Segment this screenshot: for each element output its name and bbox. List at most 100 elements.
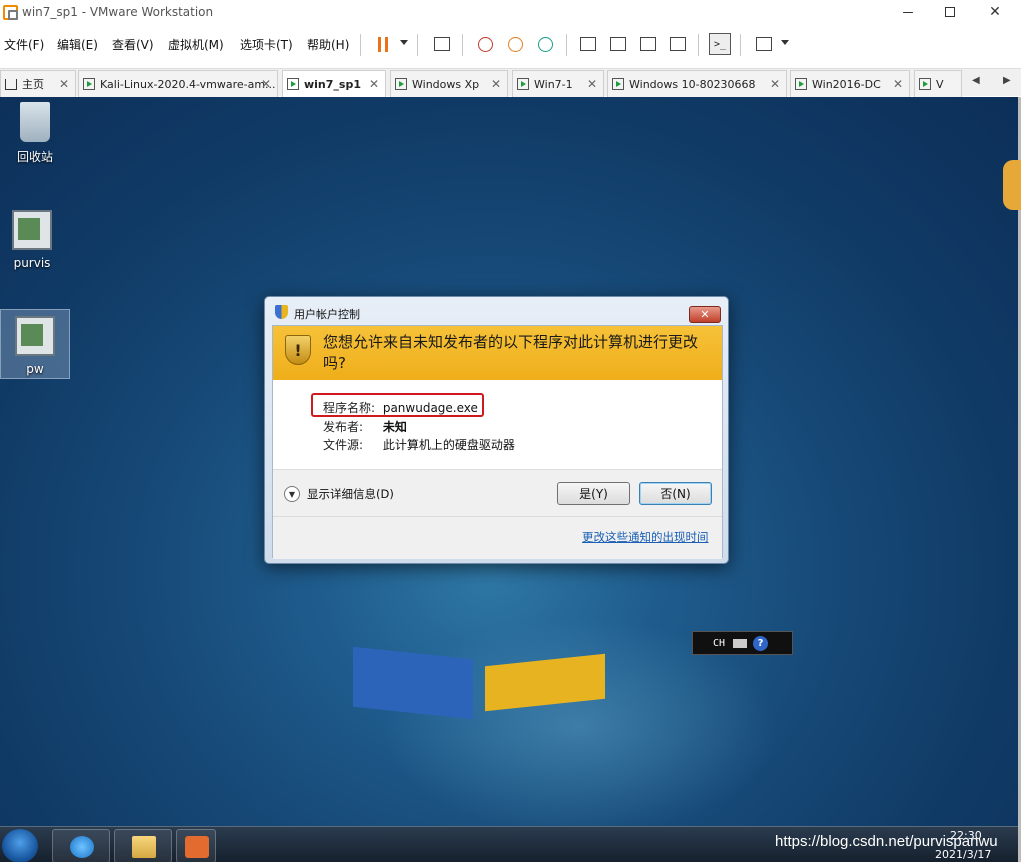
show-details-label[interactable]: 显示详细信息(D) — [307, 486, 394, 502]
toolbar-separator — [462, 34, 463, 56]
desktop-icon-recycle-bin[interactable]: 回收站 — [0, 102, 70, 165]
uac-footer: ▼ 显示详细信息(D) 是(Y) 否(N) 更改这些通知的出现时间 — [273, 469, 722, 559]
tab-label: V — [936, 77, 944, 91]
taskbar-explorer[interactable] — [114, 829, 172, 862]
menu-vm[interactable]: 虚拟机(M) — [168, 36, 224, 53]
recycle-bin-icon — [20, 102, 50, 142]
uac-warning-banner: ! 您想允许来自未知发布者的以下程序对此计算机进行更改吗? — [273, 326, 722, 380]
uac-title-bar: 用户帐户控制 ✕ — [265, 297, 728, 325]
title-bar: win7_sp1 - VMware Workstation ✕ — [0, 0, 1021, 26]
no-button[interactable]: 否(N) — [639, 482, 712, 505]
console-view-icon[interactable]: >_ — [708, 32, 732, 56]
tab-bar: 主页 ✕ Kali-Linux-2020.4-vmware-am... ✕ wi… — [0, 68, 1021, 97]
desktop-icon-pw[interactable]: pw — [0, 309, 70, 379]
close-button[interactable]: ✕ — [973, 0, 1017, 24]
yes-button[interactable]: 是(Y) — [557, 482, 630, 505]
menu-edit[interactable]: 编辑(E) — [57, 36, 98, 53]
help-icon[interactable]: ? — [753, 635, 769, 651]
minimize-button[interactable] — [886, 0, 930, 24]
desktop-icon-label: pw — [26, 362, 44, 376]
send-ctrl-alt-del-icon[interactable] — [430, 32, 454, 56]
close-icon[interactable]: ✕ — [369, 77, 379, 91]
unity-icon[interactable] — [666, 32, 690, 56]
file-source-label: 文件源: — [323, 438, 364, 452]
media-player-icon — [185, 836, 209, 858]
tab-win7-sp1[interactable]: win7_sp1 ✕ — [282, 70, 386, 97]
tab-kali[interactable]: Kali-Linux-2020.4-vmware-am... ✕ — [78, 70, 278, 97]
windows-logo-blue — [353, 646, 473, 720]
tab-label: win7_sp1 — [304, 77, 361, 91]
divider — [273, 516, 722, 517]
uac-body: ! 您想允许来自未知发布者的以下程序对此计算机进行更改吗? 程序名称: panw… — [272, 325, 723, 559]
uac-close-button[interactable]: ✕ — [689, 306, 721, 323]
close-icon[interactable]: ✕ — [587, 77, 597, 91]
tab-win2016-dc[interactable]: Win2016-DC ✕ — [790, 70, 910, 97]
tab-scroll-left-icon[interactable]: ◀ — [972, 75, 980, 86]
toolbar-separator — [698, 34, 699, 56]
snapshot-manager-icon[interactable] — [533, 32, 557, 56]
close-icon[interactable]: ✕ — [770, 77, 780, 91]
chevron-down-icon[interactable]: ▼ — [284, 486, 300, 502]
folder-icon — [132, 836, 156, 858]
vm-icon — [395, 78, 407, 90]
vm-icon — [517, 78, 529, 90]
close-icon[interactable]: ✕ — [59, 77, 69, 91]
publisher-label: 发布者: — [323, 420, 364, 434]
tab-label: 主页 — [22, 78, 44, 91]
chevron-down-icon[interactable] — [781, 40, 789, 45]
toolbar-separator — [360, 34, 361, 56]
program-name-value: panwudage.exe — [382, 401, 478, 415]
tab-label: Windows 10-80230668 — [629, 77, 756, 91]
pause-icon[interactable] — [371, 32, 395, 56]
shield-icon — [275, 305, 288, 319]
menu-tabs[interactable]: 选项卡(T) — [240, 36, 293, 53]
vmware-logo-icon — [3, 5, 18, 20]
snapshot-icon[interactable] — [473, 32, 497, 56]
toolbar-separator — [740, 34, 741, 56]
tab-label: Kali-Linux-2020.4-vmware-am... — [100, 77, 276, 91]
taskbar-ie[interactable] — [52, 829, 110, 862]
publisher-value: 未知 — [382, 420, 407, 434]
vm-icon — [795, 78, 807, 90]
close-icon[interactable]: ✕ — [893, 77, 903, 91]
vm-icon — [287, 78, 299, 90]
full-screen-icon[interactable] — [636, 32, 660, 56]
vm-icon — [612, 78, 624, 90]
tab-scroll-right-icon[interactable]: ▶ — [1003, 75, 1011, 86]
stretch-guest-icon[interactable] — [752, 32, 776, 56]
file-source-row: 文件源: 此计算机上的硬盘驱动器 — [323, 436, 515, 453]
menu-help[interactable]: 帮助(H) — [307, 36, 349, 53]
close-icon[interactable]: ✕ — [491, 77, 501, 91]
watermark-text: https://blog.csdn.net/purvispanwu — [775, 833, 998, 850]
menu-view[interactable]: 查看(V) — [112, 36, 154, 53]
home-icon — [5, 78, 17, 90]
tab-win7-1[interactable]: Win7-1 ✕ — [512, 70, 604, 97]
thumbnail-bar-icon[interactable] — [606, 32, 630, 56]
desktop-icon-purvis[interactable]: purvis — [0, 210, 67, 270]
tab-windows-10[interactable]: Windows 10-80230668 ✕ — [607, 70, 787, 97]
warning-shield-icon: ! — [285, 335, 311, 365]
program-name-label: 程序名称: — [323, 401, 376, 415]
program-icon — [12, 210, 52, 250]
tab-windows-xp[interactable]: Windows Xp ✕ — [390, 70, 508, 97]
library-view-icon[interactable] — [576, 32, 600, 56]
tab-home[interactable]: 主页 ✕ — [0, 70, 76, 97]
menu-file[interactable]: 文件(F) — [4, 36, 44, 53]
close-icon[interactable]: ✕ — [261, 77, 271, 91]
language-bar[interactable]: CH ? — [692, 631, 793, 655]
start-button[interactable] — [2, 829, 38, 862]
publisher-row: 发布者: 未知 — [323, 418, 407, 435]
program-icon — [15, 316, 55, 356]
side-app-icon[interactable] — [1003, 160, 1021, 210]
maximize-button[interactable] — [928, 0, 972, 24]
keyboard-icon[interactable] — [733, 638, 748, 648]
revert-snapshot-icon[interactable] — [503, 32, 527, 56]
language-indicator[interactable]: CH — [713, 638, 725, 649]
taskbar-media-player[interactable] — [176, 829, 216, 862]
vm-icon — [919, 78, 931, 90]
show-details-button[interactable]: ▼ 显示详细信息(D) — [284, 486, 394, 502]
change-notification-link[interactable]: 更改这些通知的出现时间 — [582, 529, 709, 545]
vm-icon — [83, 78, 95, 90]
tab-v[interactable]: V — [914, 70, 962, 97]
chevron-down-icon[interactable] — [400, 40, 408, 45]
